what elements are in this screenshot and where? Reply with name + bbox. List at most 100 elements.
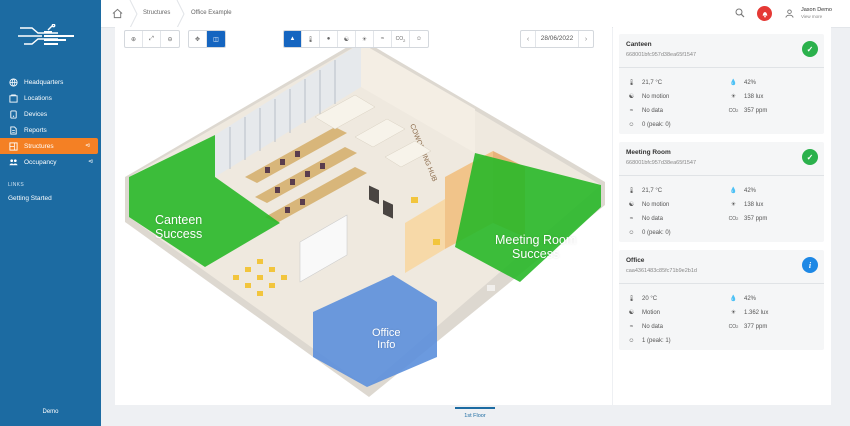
panel-toggle-button[interactable]: ◫ bbox=[207, 31, 225, 47]
air-icon: ≈ bbox=[629, 107, 634, 114]
fullscreen-button[interactable]: ✥ bbox=[189, 31, 207, 47]
collapse-arrow-icon[interactable]: ⊲ bbox=[85, 142, 90, 149]
check-icon: ✓ bbox=[802, 149, 818, 165]
layer-air-button[interactable]: ≈ bbox=[374, 31, 392, 47]
motion-row: ☯ No motion bbox=[628, 93, 670, 101]
walking-icon: ☯ bbox=[628, 310, 635, 316]
sidebar: Headquarters Locations Devices Reports S… bbox=[0, 0, 101, 426]
layer-status-button[interactable]: ▲ bbox=[284, 31, 302, 47]
humidity-row: 💧 42% bbox=[729, 79, 757, 87]
co2-icon: CO2 bbox=[395, 35, 406, 43]
report-icon bbox=[9, 125, 18, 135]
occupancy-row: ☺ 1 (peak: 1) bbox=[628, 337, 671, 344]
co2-row: CO 2 357 ppm bbox=[728, 107, 768, 114]
layer-motion-button[interactable]: ☯ bbox=[338, 31, 356, 47]
motion-row: ☯ No motion bbox=[628, 201, 670, 209]
search-icon[interactable] bbox=[735, 8, 745, 18]
user-name[interactable]: Jason Demo bbox=[801, 7, 832, 13]
user-view-more[interactable]: View more bbox=[801, 14, 822, 19]
layer-temperature-button[interactable]: 🌡 bbox=[302, 31, 320, 47]
people-icon: ☺ bbox=[628, 229, 635, 236]
thermometer-icon: 🌡 bbox=[627, 296, 636, 302]
room-card-canteen[interactable]: Canteen 668001bfc957d38ea65f1547 ✓ 🌡 21,7… bbox=[619, 34, 824, 134]
room-card-meeting[interactable]: Meeting Room 668001bfc957d38ea65f1547 ✓ … bbox=[619, 142, 824, 242]
zoom-toolbar: ⊕ ⤢ ⊖ bbox=[124, 30, 180, 48]
zoom-out-button[interactable]: ⊖ bbox=[161, 31, 179, 47]
air-icon: ≈ bbox=[629, 323, 634, 330]
sidebar-item-occupancy[interactable]: Occupancy ⊲ bbox=[0, 154, 101, 170]
layer-occupancy-button[interactable]: ☺ bbox=[410, 31, 428, 47]
layer-co2-button[interactable]: CO2 bbox=[392, 31, 410, 47]
home-icon[interactable] bbox=[112, 8, 123, 19]
floor-tab-1st[interactable]: 1st Floor bbox=[455, 407, 495, 426]
co2-row: CO 2 357 ppm bbox=[728, 215, 768, 222]
sidebar-nav: Headquarters Locations Devices Reports S… bbox=[0, 74, 101, 170]
fullscreen-icon: ✥ bbox=[194, 36, 201, 43]
room-card-header: Canteen 668001bfc957d38ea65f1547 ✓ bbox=[619, 34, 824, 68]
link-getting-started[interactable]: Getting Started bbox=[8, 195, 52, 202]
sidebar-item-label: Structures bbox=[24, 142, 54, 150]
zoom-in-button[interactable]: ⊕ bbox=[125, 31, 143, 47]
people-icon: ☺ bbox=[415, 36, 423, 42]
fit-button[interactable]: ⤢ bbox=[143, 31, 161, 47]
droplet-icon: 💧 bbox=[729, 188, 738, 194]
occupancy-row: ☺ 0 (peak: 0) bbox=[628, 229, 671, 236]
light-row: ☀ 138 lux bbox=[730, 201, 764, 209]
droplet-icon: ● bbox=[326, 36, 331, 42]
sidebar-item-reports[interactable]: Reports bbox=[0, 122, 101, 138]
extra-row: ≈ No data bbox=[627, 214, 663, 223]
room-name: Meeting Room bbox=[626, 149, 671, 156]
sensor-panel: Canteen 668001bfc957d38ea65f1547 ✓ 🌡 21,7… bbox=[613, 27, 831, 405]
layer-light-button[interactable]: ☀ bbox=[356, 31, 374, 47]
breadcrumb-separator bbox=[176, 0, 185, 28]
droplet-icon: 💧 bbox=[729, 296, 738, 302]
room-id: caa4361483c85fc71b9e2b1d bbox=[626, 268, 697, 274]
walking-icon: ☯ bbox=[628, 94, 635, 100]
sidebar-item-label: Occupancy bbox=[24, 158, 57, 166]
humidity-row: 💧 42% bbox=[729, 295, 757, 303]
room-card-header: Meeting Room 668001bfc957d38ea65f1547 ✓ bbox=[619, 142, 824, 176]
extra-row: ≈ No data bbox=[627, 322, 663, 331]
room-card-office[interactable]: Office caa4361483c85fc71b9e2b1d i 🌡 20 °C… bbox=[619, 250, 824, 350]
structure-icon bbox=[9, 141, 18, 151]
sidebar-footer: Demo bbox=[42, 409, 59, 415]
notification-bell-icon[interactable] bbox=[757, 6, 772, 21]
sidebar-item-locations[interactable]: Locations bbox=[0, 90, 101, 106]
chevron-right-icon[interactable]: › bbox=[579, 31, 593, 47]
layer-toolbar: ▲ 🌡 ● ☯ ☀ ≈ CO2 ☺ bbox=[283, 30, 429, 48]
people-icon bbox=[9, 158, 18, 167]
breadcrumb-office-example: Office Example bbox=[191, 10, 232, 16]
expand-icon: ⤢ bbox=[149, 35, 154, 42]
air-icon: ≈ bbox=[629, 215, 634, 222]
sidebar-item-structures[interactable]: Structures ⊲ bbox=[0, 138, 98, 154]
motion-row: ☯ Motion bbox=[628, 309, 661, 317]
room-label-office: Office Info bbox=[372, 327, 401, 351]
date-value[interactable]: 28/06/2022 bbox=[535, 31, 579, 47]
layer-humidity-button[interactable]: ● bbox=[320, 31, 338, 47]
logo-icon bbox=[18, 24, 74, 45]
room-name: Office bbox=[626, 257, 645, 264]
sidebar-item-label: Devices bbox=[24, 110, 48, 118]
temperature-row: 🌡 21,7 °C bbox=[627, 79, 663, 87]
lightbulb-icon: ☀ bbox=[730, 94, 737, 100]
floor-plan-card: COWORKING HUB bbox=[115, 27, 612, 405]
thermometer-icon: 🌡 bbox=[627, 188, 636, 194]
sidebar-item-headquarters[interactable]: Headquarters bbox=[0, 74, 101, 90]
collapse-arrow-icon[interactable]: ⊲ bbox=[88, 158, 93, 165]
sidebar-item-label: Reports bbox=[24, 126, 47, 134]
status-layer-icon: ▲ bbox=[289, 36, 296, 42]
sidebar-item-label: Locations bbox=[24, 94, 52, 102]
chevron-left-icon[interactable]: ‹ bbox=[521, 31, 535, 47]
lightbulb-icon: ☀ bbox=[730, 310, 737, 316]
location-icon bbox=[9, 93, 18, 103]
breadcrumb-structures[interactable]: Structures bbox=[143, 10, 170, 16]
occupancy-row: ☺ 0 (peak: 0) bbox=[628, 121, 671, 128]
air-icon: ≈ bbox=[380, 36, 385, 42]
sidebar-item-devices[interactable]: Devices bbox=[0, 106, 101, 122]
walking-icon: ☯ bbox=[628, 202, 635, 208]
temperature-row: 🌡 20 °C bbox=[627, 295, 658, 303]
thermometer-icon: 🌡 bbox=[306, 36, 315, 43]
user-icon[interactable] bbox=[785, 9, 794, 18]
droplet-icon: 💧 bbox=[729, 80, 738, 86]
check-icon: ✓ bbox=[802, 41, 818, 57]
